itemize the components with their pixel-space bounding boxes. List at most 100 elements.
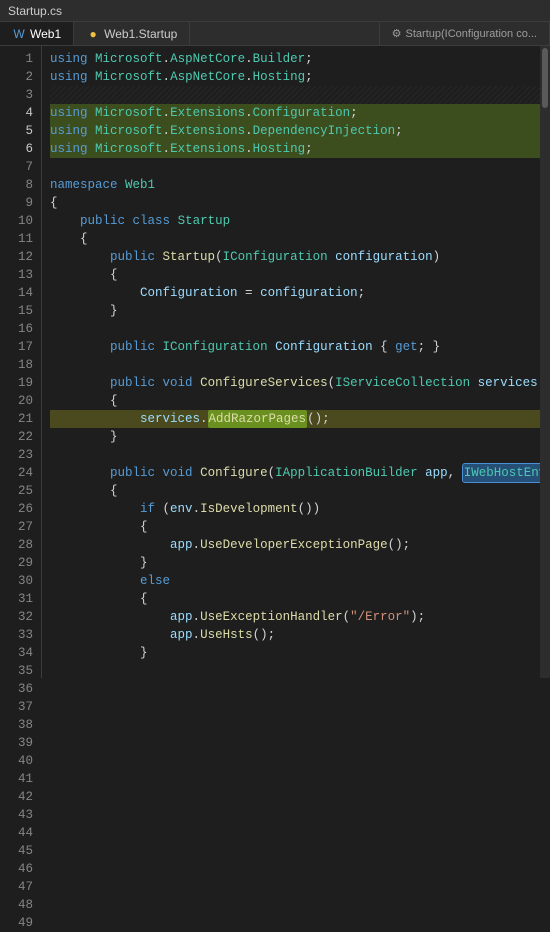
code-line-26: if (env.IsDevelopment()): [50, 500, 540, 518]
code-line-8: namespace Web1: [50, 176, 540, 194]
ln-37: 37: [0, 698, 41, 716]
code-line-14: Configuration = configuration;: [50, 284, 540, 302]
code-line-17: public IConfiguration Configuration { ge…: [50, 338, 540, 356]
code-line-29: }: [50, 554, 540, 572]
code-line-13: {: [50, 266, 540, 284]
ln-38: 38: [0, 716, 41, 734]
ln-13: 13: [0, 266, 41, 284]
ln-31: 31: [0, 590, 41, 608]
ln-2: 2: [0, 68, 41, 86]
code-line-12: public Startup(IConfiguration configurat…: [50, 248, 540, 266]
tab-icon-startup: ●: [86, 27, 100, 41]
tab-web1[interactable]: W Web1: [0, 22, 74, 45]
ln-36: 36: [0, 680, 41, 698]
code-line-5: using Microsoft.Extensions.DependencyInj…: [50, 122, 540, 140]
ln-10: 10: [0, 212, 41, 230]
ln-27: 27: [0, 518, 41, 536]
tab-bar: W Web1 ● Web1.Startup ⚙ Startup(IConfigu…: [0, 22, 550, 46]
ln-6: 6: [0, 140, 41, 158]
title-text: Startup.cs: [8, 4, 62, 18]
code-line-32: app.UseExceptionHandler("/Error");: [50, 608, 540, 626]
tab-label-startup: Web1.Startup: [104, 27, 177, 41]
code-line-7: [50, 158, 540, 176]
ln-46: 46: [0, 860, 41, 878]
code-line-4: using Microsoft.Extensions.Configuration…: [50, 104, 540, 122]
ln-18: 18: [0, 356, 41, 374]
ln-29: 29: [0, 554, 41, 572]
ln-19: 19: [0, 374, 41, 392]
code-line-34: }: [50, 644, 540, 662]
code-line-6: using Microsoft.Extensions.Hosting;: [50, 140, 540, 158]
code-line-35: [50, 662, 540, 678]
ln-24: 24: [0, 464, 41, 482]
ln-14: 14: [0, 284, 41, 302]
code-line-19: public void ConfigureServices(IServiceCo…: [50, 374, 540, 392]
ln-21: 21: [0, 410, 41, 428]
code-line-25: {: [50, 482, 540, 500]
breadcrumb-dropdown[interactable]: ⚙ Startup(IConfiguration co...: [379, 22, 550, 45]
code-line-18: [50, 356, 540, 374]
code-line-21: services.AddRazorPages();: [50, 410, 540, 428]
code-line-15: }: [50, 302, 540, 320]
ln-42: 42: [0, 788, 41, 806]
scrollbar-thumb[interactable]: [542, 48, 548, 108]
ln-5: 5: [0, 122, 41, 140]
code-line-33: app.UseHsts();: [50, 626, 540, 644]
code-line-20: {: [50, 392, 540, 410]
ln-32: 32: [0, 608, 41, 626]
ln-48: 48: [0, 896, 41, 914]
code-line-27: {: [50, 518, 540, 536]
code-line-23: [50, 446, 540, 464]
ln-25: 25: [0, 482, 41, 500]
tab-icon-web1: W: [12, 27, 26, 41]
ln-49: 49: [0, 914, 41, 932]
code-line-31: {: [50, 590, 540, 608]
ln-1: 1: [0, 50, 41, 68]
ln-17: 17: [0, 338, 41, 356]
code-line-10: public class Startup: [50, 212, 540, 230]
ln-4: 4: [0, 104, 41, 122]
breadcrumb-text: Startup(IConfiguration co...: [406, 28, 537, 40]
code-line-9: {: [50, 194, 540, 212]
ln-45: 45: [0, 842, 41, 860]
ln-35: 35: [0, 662, 41, 680]
code-line-2: using Microsoft.AspNetCore.Hosting;: [50, 68, 540, 86]
code-line-11: {: [50, 230, 540, 248]
ln-41: 41: [0, 770, 41, 788]
ln-40: 40: [0, 752, 41, 770]
code-line-24: public void Configure(IApplicationBuilde…: [50, 464, 540, 482]
ln-15: 15: [0, 302, 41, 320]
code-line-16: [50, 320, 540, 338]
ln-26: 26: [0, 500, 41, 518]
ln-8: 8: [0, 176, 41, 194]
line-numbers: 1 2 3 4 5 6 7 8 9 10 11 12 13 14 15 16 1…: [0, 46, 42, 678]
ln-7: 7: [0, 158, 41, 176]
ln-28: 28: [0, 536, 41, 554]
ln-22: 22: [0, 428, 41, 446]
code-line-22: }: [50, 428, 540, 446]
gear-icon: ⚙: [392, 27, 402, 40]
code-area[interactable]: using Microsoft.AspNetCore.Builder; usin…: [42, 46, 540, 678]
ln-33: 33: [0, 626, 41, 644]
ln-43: 43: [0, 806, 41, 824]
ln-16: 16: [0, 320, 41, 338]
ln-9: 9: [0, 194, 41, 212]
title-bar: Startup.cs: [0, 0, 550, 22]
editor-container: 1 2 3 4 5 6 7 8 9 10 11 12 13 14 15 16 1…: [0, 46, 550, 678]
ln-3: 3: [0, 86, 41, 104]
ln-20: 20: [0, 392, 41, 410]
code-line-28: app.UseDeveloperExceptionPage();: [50, 536, 540, 554]
ln-39: 39: [0, 734, 41, 752]
ln-47: 47: [0, 878, 41, 896]
ln-44: 44: [0, 824, 41, 842]
vertical-scrollbar[interactable]: [540, 46, 550, 678]
ln-30: 30: [0, 572, 41, 590]
ln-34: 34: [0, 644, 41, 662]
tab-label-web1: Web1: [30, 27, 61, 41]
code-line-3: [50, 86, 540, 104]
tab-web1startup[interactable]: ● Web1.Startup: [74, 22, 190, 45]
ln-23: 23: [0, 446, 41, 464]
ln-11: 11: [0, 230, 41, 248]
code-line-30: else: [50, 572, 540, 590]
code-line-1: using Microsoft.AspNetCore.Builder;: [50, 50, 540, 68]
